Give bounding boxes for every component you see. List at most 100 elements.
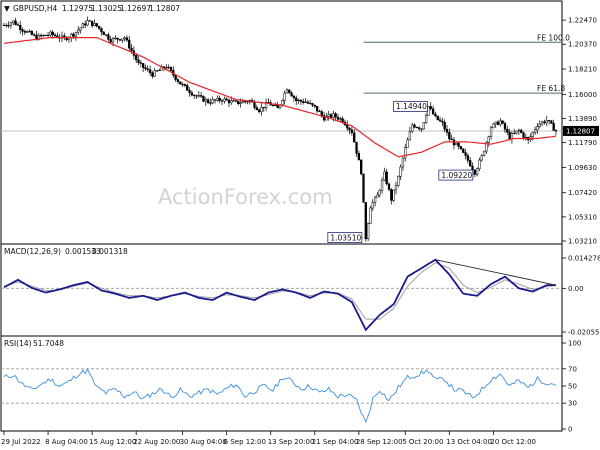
- price-title: GBPUSD,H4: [13, 4, 58, 13]
- candle-body: [158, 69, 161, 72]
- candle-body: [33, 34, 36, 36]
- candle-body: [12, 20, 15, 24]
- rsi-tick-label: 0: [568, 426, 572, 434]
- candle-body: [21, 29, 24, 32]
- candle-body: [220, 100, 224, 102]
- candle-body: [306, 101, 309, 104]
- rsi-value: 51.7048: [33, 339, 64, 348]
- candle-body: [378, 190, 381, 196]
- candle-body: [334, 113, 337, 118]
- candle-body: [399, 166, 402, 177]
- candle-body: [125, 37, 129, 41]
- candle-body: [116, 37, 119, 40]
- candle-body: [90, 20, 94, 26]
- candle-body: [397, 176, 400, 186]
- price-tick-label: 1.18210: [568, 65, 597, 73]
- candle-body: [422, 122, 425, 130]
- fib-label: FE 100.0: [537, 33, 570, 42]
- candle-body: [513, 132, 516, 134]
- candle-body: [100, 28, 103, 33]
- candle-body: [438, 119, 442, 122]
- candle-body: [357, 153, 361, 161]
- candle-body: [23, 31, 27, 33]
- candle-body: [97, 25, 101, 29]
- candle-body: [353, 132, 356, 143]
- candle-body: [49, 31, 52, 36]
- candle-body: [533, 129, 537, 133]
- candle-body: [274, 104, 277, 107]
- candle-body: [302, 101, 305, 103]
- candle-body: [295, 97, 298, 102]
- annotation-label: 1.14940: [396, 102, 427, 111]
- candle-body: [499, 120, 502, 125]
- candle-body: [380, 179, 384, 191]
- candle-body: [188, 90, 191, 94]
- candle-body: [218, 97, 221, 101]
- candle-body: [148, 69, 152, 74]
- time-tick-label: 5 Oct 20:00: [402, 438, 443, 446]
- candle-body: [123, 37, 126, 40]
- candle-body: [327, 114, 330, 117]
- candle-body: [508, 131, 511, 140]
- current-price-label: 1.12807: [566, 128, 595, 136]
- candle-body: [436, 115, 439, 121]
- candle-body: [165, 67, 168, 69]
- candle-body: [102, 31, 105, 35]
- candle-body: [104, 34, 108, 36]
- rsi-tick-label: 100: [568, 340, 581, 348]
- candle-body: [547, 120, 551, 122]
- candle-body: [285, 89, 289, 94]
- time-tick-label: 29 Jul 2022: [1, 438, 41, 446]
- candle-body: [313, 104, 316, 107]
- candle-body: [387, 183, 391, 190]
- candle-body: [362, 173, 365, 203]
- candle-body: [506, 129, 509, 133]
- time-tick-label: 28 Sep 12:00: [356, 438, 403, 446]
- candle-body: [167, 66, 170, 69]
- candle-body: [392, 189, 395, 201]
- rsi-tick-label: 70: [568, 365, 577, 373]
- candle-body: [364, 202, 367, 240]
- candle-body: [42, 34, 45, 37]
- macd-title: MACD(12,26,9): [4, 247, 61, 256]
- time-tick-label: 8 Aug 04:00: [45, 438, 88, 446]
- candle-body: [176, 79, 180, 82]
- candle-body: [501, 120, 504, 124]
- candle-body: [190, 92, 194, 96]
- candle-body: [429, 106, 432, 109]
- candle-body: [475, 168, 479, 175]
- candle-body: [371, 202, 374, 209]
- candle-body: [466, 155, 470, 161]
- macd-tick-label: 0.00: [568, 285, 584, 293]
- annotation-label: 1.09220: [441, 171, 472, 180]
- candle-body: [111, 38, 115, 43]
- candle-body: [404, 147, 407, 159]
- candle-body: [88, 20, 91, 22]
- candle-body: [320, 111, 323, 116]
- candle-body: [408, 131, 412, 141]
- candle-body: [199, 95, 203, 97]
- rsi-tick-label: 50: [568, 383, 577, 391]
- candle-body: [84, 23, 87, 26]
- candle-body: [181, 83, 184, 86]
- candle-body: [253, 101, 256, 108]
- candle-body: [53, 34, 57, 37]
- time-tick-label: 30 Aug 04:00: [180, 438, 227, 446]
- candle-body: [366, 223, 370, 240]
- candle-body: [450, 138, 453, 141]
- candle-body: [494, 121, 497, 125]
- candle-body: [455, 142, 458, 146]
- candle-body: [213, 99, 217, 101]
- candle-body: [72, 33, 75, 37]
- time-tick-label: 6 Sep 12:00: [224, 438, 266, 446]
- candle-body: [390, 189, 393, 201]
- candle-body: [197, 95, 200, 97]
- candle-body: [445, 128, 449, 133]
- candle-body: [346, 124, 349, 129]
- candle-body: [7, 25, 10, 27]
- time-tick-label: 22 Aug 20:00: [133, 438, 180, 446]
- candle-body: [517, 129, 521, 132]
- candle-body: [336, 116, 340, 120]
- candle-body: [26, 31, 29, 33]
- candle-body: [9, 22, 13, 26]
